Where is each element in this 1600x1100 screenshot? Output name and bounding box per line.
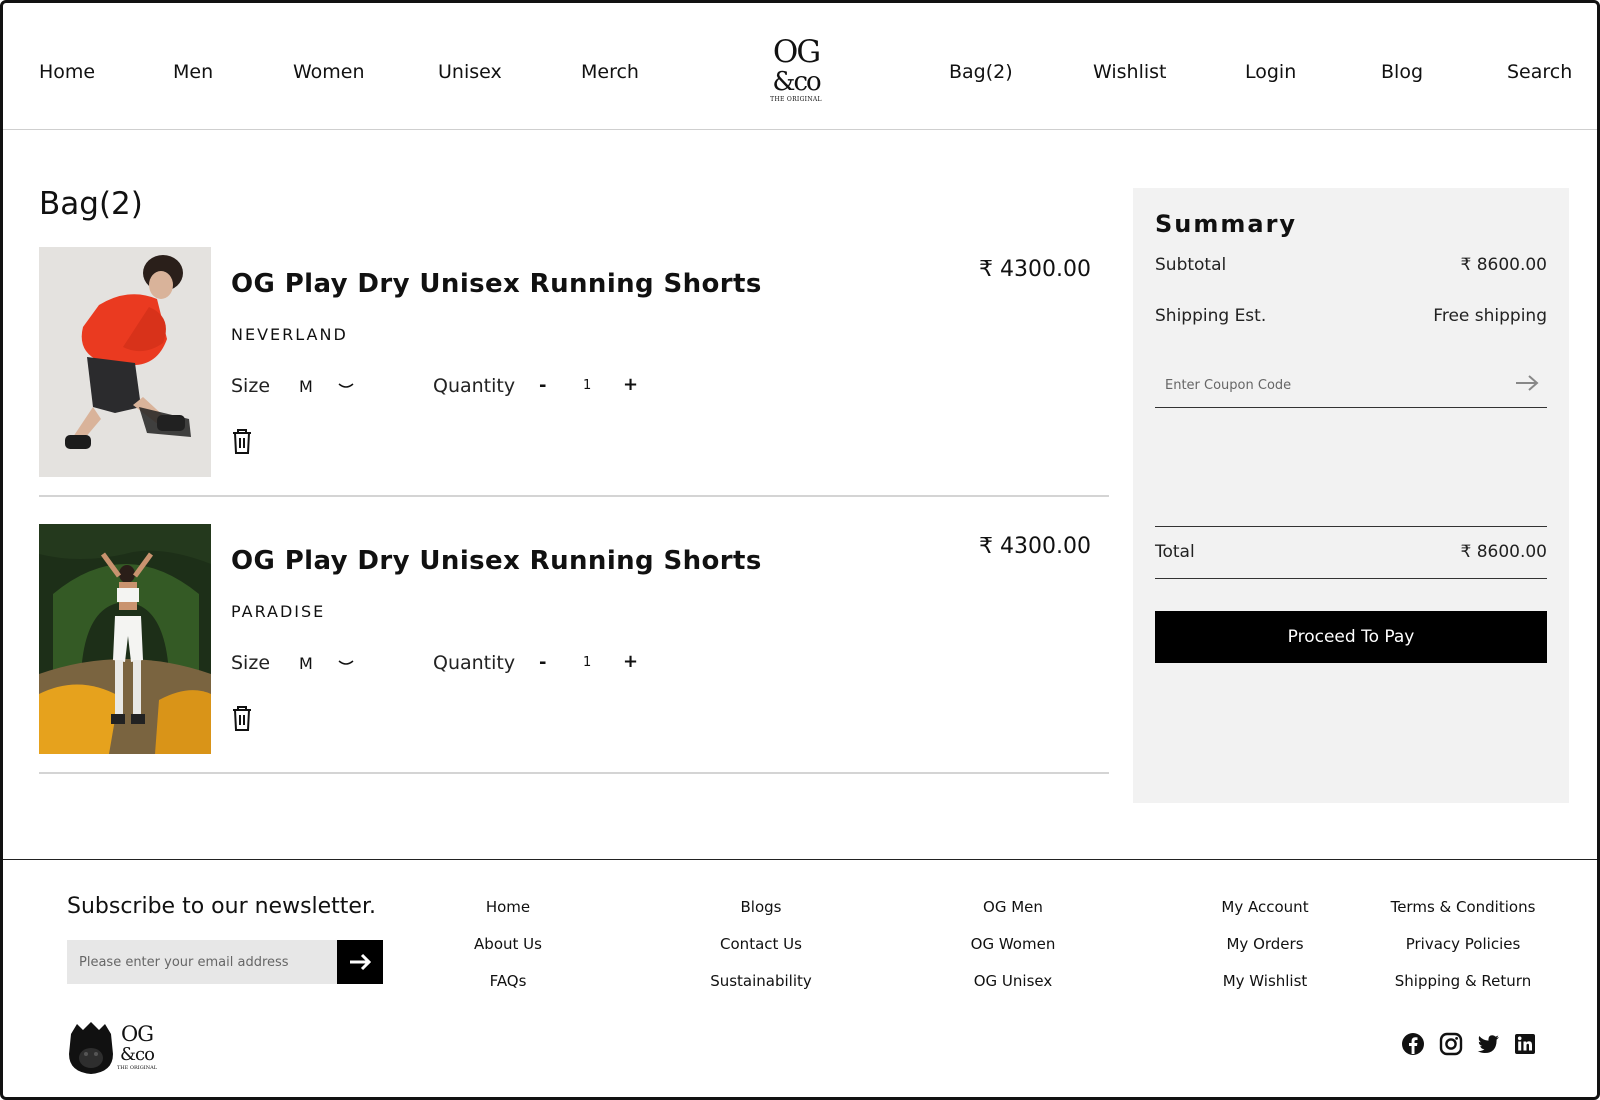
size-label: Size — [231, 652, 271, 674]
top-nav: Home Men Women Unisex Merch OG &co THE O… — [3, 3, 1597, 130]
shipping-value: Free shipping — [1433, 306, 1547, 326]
logo-line-3: THE ORIGINAL — [770, 96, 822, 103]
footer-col-info: Blogs Contact Us Sustainability — [661, 898, 861, 1009]
size-select[interactable]: M — [299, 654, 313, 673]
arrow-right-icon — [350, 953, 372, 971]
chevron-down-icon[interactable] — [337, 656, 355, 670]
nav-wishlist[interactable]: Wishlist — [1093, 61, 1167, 83]
nav-login[interactable]: Login — [1245, 61, 1296, 83]
size-label: Size — [231, 375, 271, 397]
newsletter-email-input[interactable] — [79, 952, 329, 972]
footer-link-faqs[interactable]: FAQs — [408, 972, 608, 1009]
trash-icon[interactable] — [231, 427, 253, 455]
chevron-down-icon[interactable] — [337, 379, 355, 393]
total-value: ₹ 8600.00 — [1460, 542, 1547, 562]
footer-link-shipping-return[interactable]: Shipping & Return — [1363, 972, 1563, 1009]
product-price: ₹ 4300.00 — [979, 257, 1091, 282]
footer-link-og-women[interactable]: OG Women — [913, 935, 1113, 972]
footer-col-policies: Terms & Conditions Privacy Policies Ship… — [1363, 898, 1563, 1009]
product-name[interactable]: OG Play Dry Unisex Running Shorts — [231, 546, 762, 576]
subtotal-row: Subtotal ₹ 8600.00 — [1155, 255, 1547, 275]
coupon-input[interactable] — [1165, 374, 1485, 396]
bag-item: OG Play Dry Unisex Running Shorts NEVERL… — [39, 247, 1109, 497]
footer-link-contact-us[interactable]: Contact Us — [661, 935, 861, 972]
nav-men[interactable]: Men — [173, 61, 213, 83]
footer-logo[interactable]: OG &co THE ORIGINAL — [67, 1020, 163, 1076]
quantity-label: Quantity — [433, 375, 516, 397]
footer-link-og-unisex[interactable]: OG Unisex — [913, 972, 1113, 1009]
quantity-value: 1 — [583, 655, 592, 670]
footer-logo-line-1: OG — [121, 1022, 154, 1046]
footer-col-main: Home About Us FAQs — [408, 898, 608, 1009]
footer-link-about-us[interactable]: About Us — [408, 935, 608, 972]
footer-col-shop: OG Men OG Women OG Unisex — [913, 898, 1113, 1009]
footer-link-terms[interactable]: Terms & Conditions — [1363, 898, 1563, 935]
total-divider-bottom — [1155, 578, 1547, 579]
newsletter-title: Subscribe to our newsletter. — [67, 894, 376, 919]
nav-bag[interactable]: Bag(2) — [949, 61, 1013, 83]
twitter-icon[interactable] — [1476, 1032, 1500, 1056]
footer-logo-line-2: &co — [120, 1044, 155, 1065]
total-divider-top — [1155, 526, 1547, 527]
newsletter-form — [67, 940, 383, 984]
product-image[interactable] — [39, 247, 211, 477]
quantity-decrease-button[interactable]: - — [539, 652, 546, 673]
footer-link-my-orders[interactable]: My Orders — [1165, 935, 1365, 972]
quantity-increase-button[interactable]: + — [623, 374, 638, 395]
coupon-field — [1155, 358, 1547, 408]
shipping-label: Shipping Est. — [1155, 306, 1267, 326]
quantity-value: 1 — [583, 378, 592, 393]
total-row: Total ₹ 8600.00 — [1155, 542, 1547, 562]
subtotal-label: Subtotal — [1155, 255, 1227, 275]
facebook-icon[interactable] — [1401, 1032, 1425, 1056]
proceed-to-pay-button[interactable]: Proceed To Pay — [1155, 611, 1547, 663]
subtotal-value: ₹ 8600.00 — [1460, 255, 1547, 275]
product-price: ₹ 4300.00 — [979, 534, 1091, 559]
shipping-row: Shipping Est. Free shipping — [1155, 306, 1547, 326]
footer-link-og-men[interactable]: OG Men — [913, 898, 1113, 935]
footer-link-sustainability[interactable]: Sustainability — [661, 972, 861, 1009]
mascot-icon — [69, 1022, 113, 1074]
footer-link-home[interactable]: Home — [408, 898, 608, 935]
order-summary: Summary Subtotal ₹ 8600.00 Shipping Est.… — [1133, 188, 1569, 803]
trash-icon[interactable] — [231, 704, 253, 732]
nav-search[interactable]: Search — [1507, 61, 1572, 83]
nav-unisex[interactable]: Unisex — [438, 61, 502, 83]
quantity-increase-button[interactable]: + — [623, 651, 638, 672]
nav-women[interactable]: Women — [293, 61, 365, 83]
logo-line-1: OG — [772, 34, 821, 70]
linkedin-icon[interactable] — [1513, 1032, 1537, 1056]
product-variant: NEVERLAND — [231, 325, 348, 344]
footer: Subscribe to our newsletter. Home About … — [3, 859, 1597, 1097]
summary-title: Summary — [1155, 210, 1298, 238]
nav-merch[interactable]: Merch — [581, 61, 639, 83]
brand-logo[interactable]: OG &co THE ORIGINAL — [765, 37, 827, 111]
quantity-label: Quantity — [433, 652, 516, 674]
product-variant: PARADISE — [231, 602, 326, 621]
quantity-decrease-button[interactable]: - — [539, 375, 546, 396]
newsletter-submit-button[interactable] — [337, 940, 383, 984]
footer-link-privacy[interactable]: Privacy Policies — [1363, 935, 1563, 972]
nav-blog[interactable]: Blog — [1381, 61, 1423, 83]
instagram-icon[interactable] — [1439, 1032, 1463, 1056]
page: Home Men Women Unisex Merch OG &co THE O… — [0, 0, 1600, 1100]
product-name[interactable]: OG Play Dry Unisex Running Shorts — [231, 269, 762, 299]
nav-home[interactable]: Home — [39, 61, 95, 83]
footer-link-blogs[interactable]: Blogs — [661, 898, 861, 935]
size-select[interactable]: M — [299, 377, 313, 396]
bag-title: Bag(2) — [39, 186, 143, 222]
logo-line-2: &co — [772, 67, 821, 97]
footer-link-my-account[interactable]: My Account — [1165, 898, 1365, 935]
footer-logo-line-3: THE ORIGINAL — [116, 1065, 158, 1071]
arrow-right-icon[interactable] — [1515, 374, 1539, 392]
total-label: Total — [1155, 542, 1195, 562]
bag-item: OG Play Dry Unisex Running Shorts PARADI… — [39, 524, 1109, 774]
footer-link-my-wishlist[interactable]: My Wishlist — [1165, 972, 1365, 1009]
footer-col-account: My Account My Orders My Wishlist — [1165, 898, 1365, 1009]
product-image[interactable] — [39, 524, 211, 754]
